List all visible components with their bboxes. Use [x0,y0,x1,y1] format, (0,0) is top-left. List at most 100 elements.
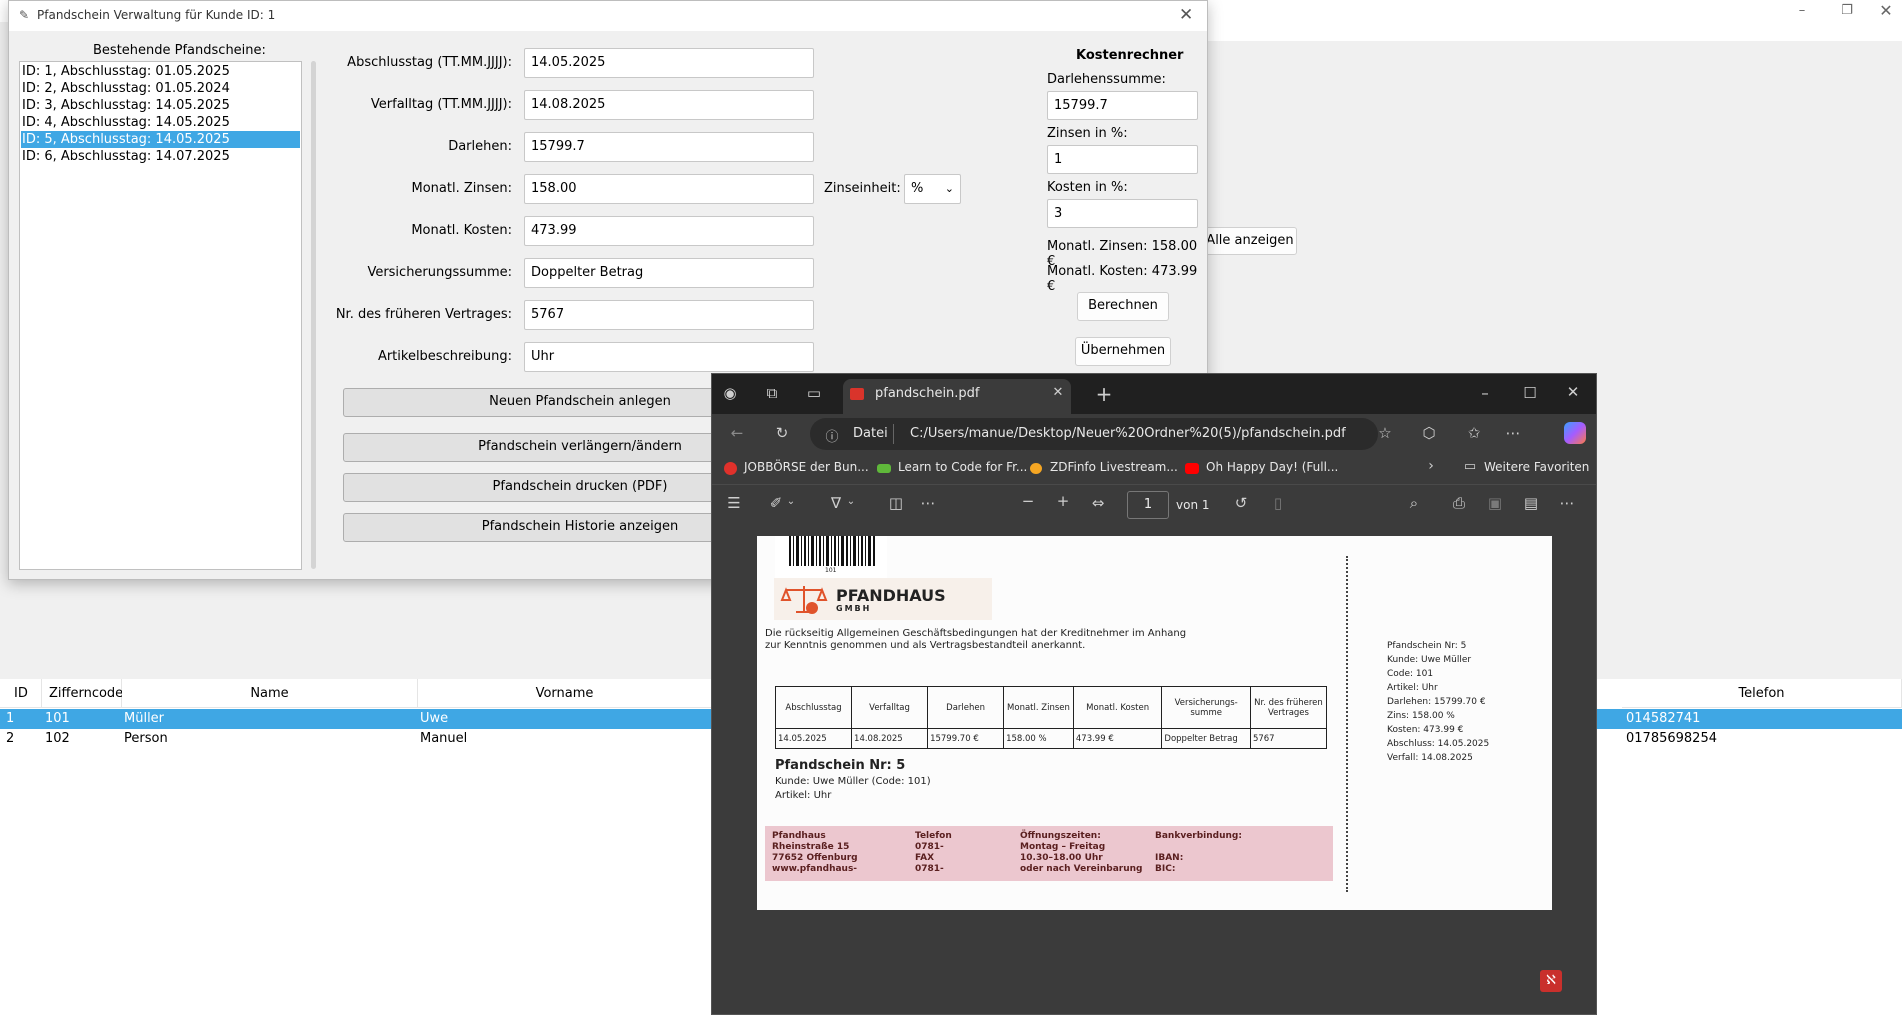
draw-icon[interactable]: ∇ [826,494,846,512]
table-header-telefon[interactable]: Telefon [1622,679,1902,708]
pdf-th: Monatl. Zinsen [1003,686,1074,729]
cell-telefon: 014582741 [1626,711,1701,726]
read-aloud-icon[interactable]: ◫ [886,494,906,512]
pdf-td: 473.99 € [1072,728,1163,749]
abschlusstag-field[interactable]: 14.05.2025 [524,48,814,78]
more-icon[interactable]: ⋯ [1502,424,1524,442]
stub-line: Code: 101 [1387,669,1434,679]
fit-page-icon[interactable]: ⇔ [1088,494,1108,512]
monatl-kosten-field[interactable]: 473.99 [524,216,814,246]
calculate-button[interactable]: Berechnen [1077,292,1169,321]
chevron-right-icon[interactable]: › [1424,458,1438,474]
minimize-icon[interactable]: – [1787,2,1817,20]
list-item[interactable]: ID: 1, Abschlusstag: 01.05.2025 [21,63,300,80]
footer-col2-line: 0781- [915,864,944,874]
pdf-td: 14.08.2025 [851,728,929,749]
favorite-item[interactable]: JOBBÖRSE der Bun... [744,460,869,474]
stub-line: Zins: 158.00 % [1387,711,1455,721]
calc-cost-field[interactable]: 3 [1047,199,1198,228]
print-icon[interactable]: ⎙ [1449,494,1469,512]
list-item[interactable]: ID: 2, Abschlusstag: 01.05.2024 [21,80,300,97]
footer-col3-line: oder nach Vereinbarung [1020,864,1143,874]
pdf-td: 158.00 % [1003,728,1074,749]
footer-col1-line: Pfandhaus [772,831,826,841]
favorites-icon[interactable]: ✩ [1463,424,1485,442]
pdf-th: Abschlusstag [774,686,853,729]
label-frueherer-vertrag: Nr. des früheren Vertrages: [335,307,512,322]
list-item[interactable]: ID: 4, Abschlusstag: 14.05.2025 [21,114,300,131]
freecodecamp-icon [877,464,891,473]
address-url[interactable]: C:/Users/manue/Desktop/Neuer%20Ordner%20… [910,426,1346,441]
perforation-line [1346,556,1348,892]
search-icon[interactable]: ⌕ [1404,494,1424,512]
favorite-item[interactable]: Oh Happy Day! (Full... [1206,460,1338,474]
footer-col4-line: Bankverbindung: [1155,831,1242,841]
artikelbeschreibung-field[interactable]: Uhr [524,342,814,372]
maximize-icon[interactable]: ☐ [1518,384,1542,402]
back-icon[interactable]: ← [726,424,748,442]
info-icon: ⓘ [825,430,839,445]
close-icon[interactable]: ✕ [1179,5,1193,25]
acrobat-icon: ℵ [1540,970,1562,992]
chevron-down-icon[interactable]: ⌄ [786,496,796,507]
calc-title: Kostenrechner [1076,48,1184,63]
frueherer-vertrag-field[interactable]: 5767 [524,300,814,330]
restore-icon[interactable]: ❐ [1832,2,1862,20]
list-item[interactable]: ID: 5, Abschlusstag: 14.05.2025 [21,131,300,148]
tab-actions-icon[interactable]: ▭ [802,384,826,402]
monatl-zinsen-field[interactable]: 158.00 [524,174,814,204]
pdf-article-line: Artikel: Uhr [775,790,832,801]
pdf-heading: Pfandschein Nr: 5 [775,758,906,773]
minimize-icon[interactable]: – [1473,384,1497,402]
label-monatl-zinsen: Monatl. Zinsen: [411,181,513,196]
list-item[interactable]: ID: 6, Abschlusstag: 14.07.2025 [21,148,300,165]
more-icon[interactable]: ⋯ [1557,494,1577,512]
new-tab-icon[interactable]: + [1092,382,1116,406]
tab-close-icon[interactable]: ✕ [1050,385,1066,400]
copilot-icon[interactable] [1564,422,1586,444]
highlight-icon[interactable]: ✐ [766,494,786,512]
table-header-name[interactable]: Name [122,679,418,708]
refresh-icon[interactable]: ↻ [771,424,793,442]
star-icon[interactable]: ☆ [1375,424,1395,442]
darlehen-field[interactable]: 15799.7 [524,132,814,162]
pfandschein-list[interactable]: ID: 1, Abschlusstag: 01.05.2025 ID: 2, A… [19,61,302,570]
barcode-image [789,536,875,566]
pdf-td: 15799.70 € [927,728,1005,749]
agb-line-1: Die rückseitig Allgemeinen Geschäftsbedi… [765,628,1187,639]
favorite-item[interactable]: Learn to Code for Fr... [898,460,1027,474]
close-icon[interactable]: ✕ [1561,383,1585,401]
page-number-input[interactable]: 1 [1127,491,1169,519]
calc-cost-label: Kosten in %: [1047,180,1128,195]
verfalltag-field[interactable]: 14.08.2025 [524,90,814,120]
table-header-vorname[interactable]: Vorname [418,679,712,708]
calc-loan-field[interactable]: 15799.7 [1047,91,1198,120]
zinseinheit-select[interactable]: % ⌄ [904,174,961,204]
more-icon[interactable]: ⋯ [918,494,938,512]
list-item[interactable]: ID: 3, Abschlusstag: 14.05.2025 [21,97,300,114]
profile-avatar[interactable]: ◉ [718,384,742,402]
favorite-item[interactable]: ZDFinfo Livestream... [1050,460,1178,474]
rotate-icon[interactable]: ↺ [1231,494,1251,512]
cell-name: Person [124,731,168,746]
footer-col2-line: FAX [915,853,935,863]
zoom-out-icon[interactable]: − [1018,492,1038,510]
table-header-id[interactable]: ID [0,679,42,708]
table-header-code[interactable]: Zifferncode [42,679,123,708]
show-all-button[interactable]: Alle anzeigen [1203,227,1297,255]
calc-interest-field[interactable]: 1 [1047,145,1198,174]
save-as-icon[interactable]: ▤ [1521,494,1541,512]
save-icon[interactable]: ▣ [1485,494,1505,512]
versicherungssumme-field[interactable]: Doppelter Betrag [524,258,814,288]
zoom-in-icon[interactable]: + [1053,492,1073,510]
contents-icon[interactable]: ☰ [724,494,744,512]
extensions-icon[interactable]: ⬡ [1418,424,1440,442]
barcode-number: 101 [825,567,837,574]
favorites-more[interactable]: Weitere Favoriten [1484,460,1589,474]
apply-button[interactable]: Übernehmen [1075,337,1171,366]
chevron-down-icon[interactable]: ⌄ [846,496,856,507]
close-icon[interactable]: ✕ [1871,2,1901,20]
page-view-icon[interactable]: ▯ [1268,494,1288,512]
chevron-down-icon: ⌄ [944,182,954,195]
workspaces-icon[interactable]: ⧉ [760,384,784,402]
